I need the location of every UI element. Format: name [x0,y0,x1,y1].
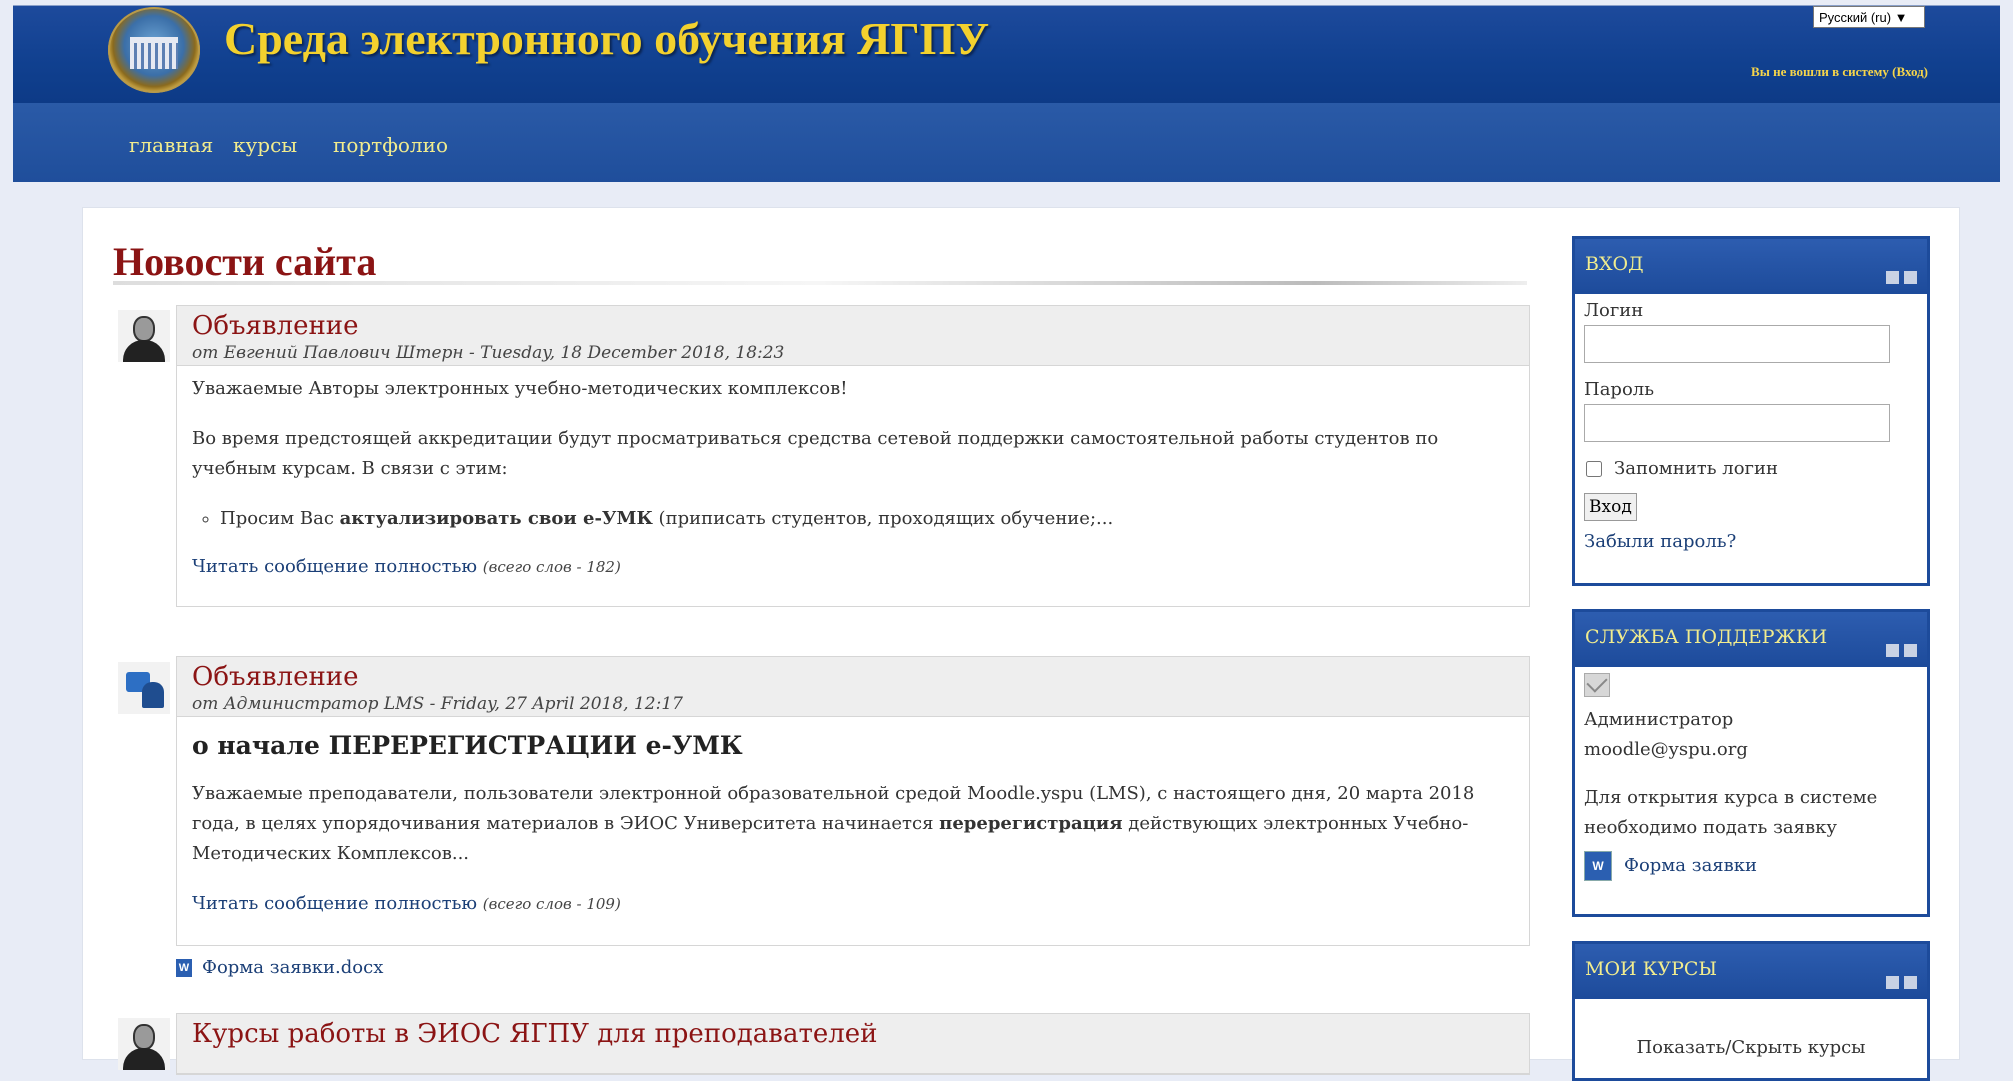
dock-icon[interactable] [1904,976,1917,989]
news-post: Объявление от Администратор LMS - Friday… [176,656,1530,946]
post-paragraph: Во время предстоящей аккредитации будут … [192,428,1439,479]
nav-item-courses[interactable]: курсы [233,133,297,157]
nav-item-portfolio[interactable]: портфолио [333,133,448,157]
dock-icon[interactable] [1904,644,1917,657]
block-title: МОИ КУРСЫ [1585,958,1718,980]
remember-checkbox[interactable] [1586,461,1602,477]
collapse-icon[interactable] [1886,976,1899,989]
admin-avatar[interactable] [118,662,170,714]
attachment-label: Форма заявки.docx [202,957,384,978]
word-doc-icon: W [176,959,192,977]
author-avatar[interactable] [118,1018,170,1070]
block-header: ВХОД [1575,239,1927,294]
login-label: Логин [1584,300,1644,321]
nav-item-home[interactable]: главная [129,133,213,157]
author-avatar[interactable] [118,310,170,362]
remember-label: Запомнить логин [1614,458,1778,479]
post-paragraph: Уважаемые Авторы электронных учебно-мето… [192,378,848,399]
login-block: ВХОД Логин Пароль Запомнить логин Вход З… [1572,236,1930,586]
support-text: Для открытия курса в системе необходимо … [1584,787,1878,838]
my-courses-block: МОИ КУРСЫ Показать/Скрыть курсы [1572,941,1930,1081]
post-subject: Объявление [192,662,359,692]
post-body: о начале ПЕРЕРЕГИСТРАЦИИ е-УМК Уважаемые… [177,717,1529,919]
block-header: СЛУЖБА ПОДДЕРЖКИ [1575,612,1927,667]
support-name: Администратор [1584,709,1734,730]
post-list: Просим Вас актуализировать свои е-УМК (п… [192,504,1514,534]
news-post: Объявление от Евгений Павлович Штерн - T… [176,305,1530,607]
post-title: о начале ПЕРЕРЕГИСТРАЦИИ е-УМК [192,731,743,760]
read-more-link[interactable]: Читать сообщение полностью [192,893,477,914]
language-select[interactable]: Русский (ru) ▼ [1813,6,1925,28]
login-status-link[interactable]: Вы не вошли в систему (Вход) [1751,64,1928,80]
mail-icon [1584,673,1610,697]
collapse-icon[interactable] [1886,644,1899,657]
post-paragraph: Уважаемые преподаватели, пользователи эл… [192,783,1475,864]
word-doc-icon: W [1584,851,1612,881]
post-header: Курсы работы в ЭИОС ЯГПУ для преподавате… [177,1014,1529,1074]
login-button[interactable]: Вход [1584,493,1637,521]
dock-icon[interactable] [1904,271,1917,284]
post-header: Объявление от Администратор LMS - Friday… [177,657,1529,717]
support-block: СЛУЖБА ПОДДЕРЖКИ Администратор moodle@ys… [1572,609,1930,917]
login-input[interactable] [1584,325,1890,363]
site-title[interactable]: Среда электронного обучения ЯГПУ [224,12,989,65]
request-form-link[interactable]: Форма заявки [1624,855,1757,876]
attachment-link[interactable]: W Форма заявки.docx [176,957,383,978]
post-header: Объявление от Евгений Павлович Штерн - T… [177,306,1529,366]
post-subject: Объявление [192,311,359,341]
block-header: МОИ КУРСЫ [1575,944,1927,999]
main-nav: главная курсы портфолио [13,103,2000,182]
support-email[interactable]: moodle@yspu.org [1584,735,1918,765]
list-item: Просим Вас актуализировать свои е-УМК (п… [220,504,1514,534]
heading-divider [113,281,1527,285]
password-input[interactable] [1584,404,1890,442]
collapse-icon[interactable] [1886,271,1899,284]
word-count: (всего слов - 182) [482,558,621,576]
university-logo-icon[interactable] [108,7,200,93]
news-post: Курсы работы в ЭИОС ЯГПУ для преподавате… [176,1013,1530,1075]
post-byline: от Евгений Павлович Штерн - Tuesday, 18 … [192,343,785,363]
post-body: Уважаемые Авторы электронных учебно-мето… [177,366,1529,582]
password-label: Пароль [1584,379,1655,400]
page-title: Новости сайта [113,239,377,284]
forgot-password-link[interactable]: Забыли пароль? [1584,531,1736,552]
post-subject: Курсы работы в ЭИОС ЯГПУ для преподавате… [192,1019,878,1049]
block-title: СЛУЖБА ПОДДЕРЖКИ [1585,626,1828,648]
block-title: ВХОД [1585,253,1644,275]
word-count: (всего слов - 109) [482,895,621,913]
post-byline: от Администратор LMS - Friday, 27 April … [192,694,683,714]
toggle-courses-link[interactable]: Показать/Скрыть курсы [1636,1037,1865,1058]
read-more-link[interactable]: Читать сообщение полностью [192,556,477,577]
